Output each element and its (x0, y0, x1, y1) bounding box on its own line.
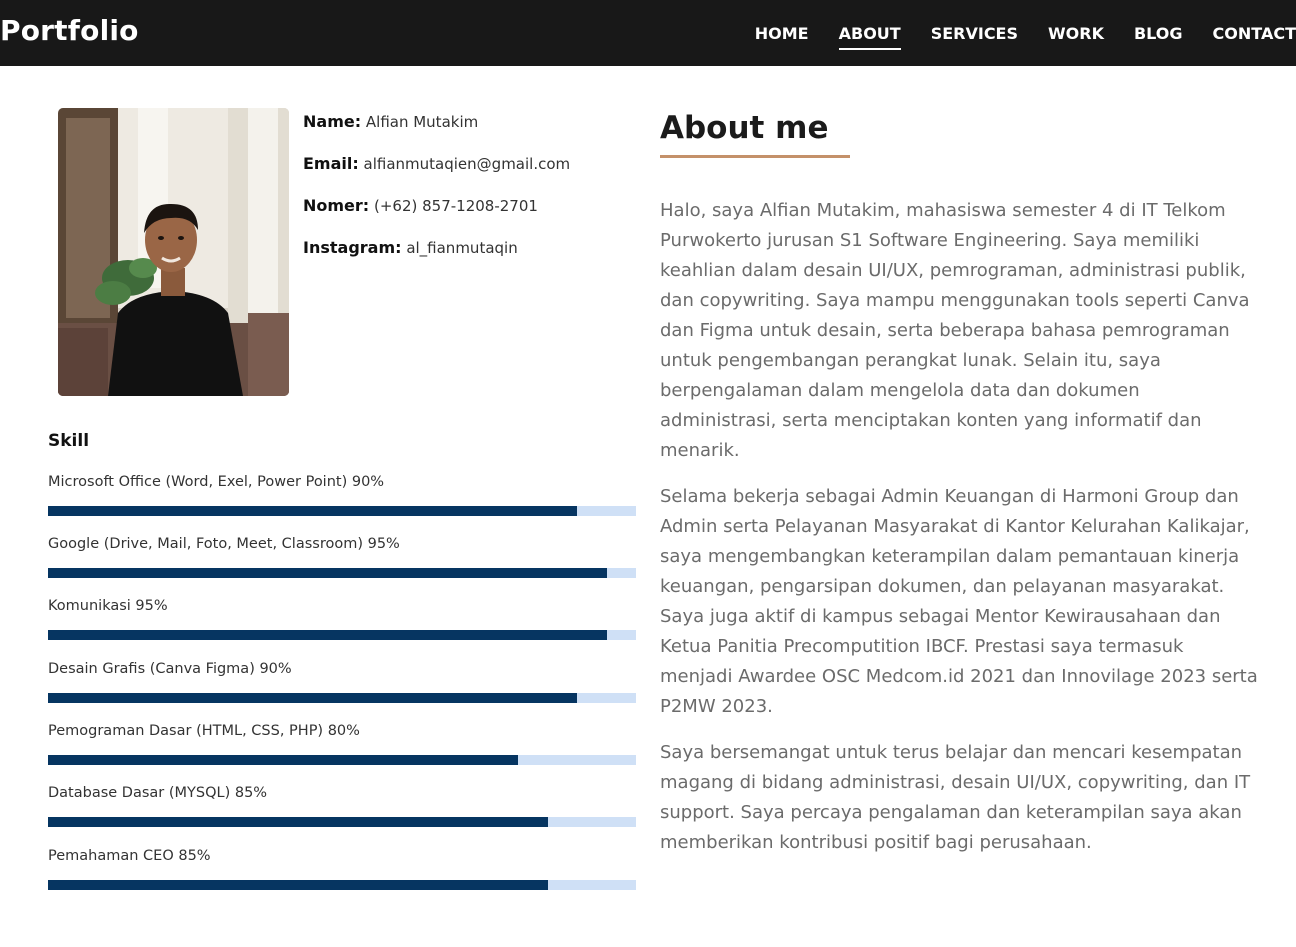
nav-link-about[interactable]: ABOUT (838, 24, 901, 50)
profile-photo (58, 108, 289, 396)
info-phone-value: (+62) 857-1208-2701 (373, 197, 538, 215)
skill-bar-track (48, 817, 636, 827)
about-paragraph: Saya bersemangat untuk terus belajar dan… (660, 742, 1251, 853)
nav-link-work[interactable]: WORK (1048, 24, 1104, 43)
skill-bar-track (48, 506, 636, 516)
info-email-label: Email: (303, 154, 359, 173)
skill-bar-fill (48, 880, 548, 890)
skill-bar-fill (48, 693, 578, 703)
skill-label: Desain Grafis (Canva Figma) 90% (48, 661, 292, 677)
skill-bar-track (48, 880, 636, 890)
skill-bar-fill (48, 506, 578, 516)
skill-bar-fill (48, 568, 607, 578)
about-title-underline (660, 155, 850, 158)
info-name: Name: Alfian Mutakim (303, 112, 570, 154)
skill-bar-fill (48, 817, 548, 827)
info-name-value: Alfian Mutakim (365, 113, 479, 131)
skill-item: Pemograman Dasar (HTML, CSS, PHP) 80% (48, 723, 636, 765)
skill-item: Microsoft Office (Word, Exel, Power Poin… (48, 474, 636, 516)
skill-label: Pemograman Dasar (HTML, CSS, PHP) 80% (48, 723, 360, 739)
about-paragraph: Halo, saya Alfian Mutakim, mahasiswa sem… (660, 200, 1250, 461)
skill-item: Pemahaman CEO 85% (48, 848, 636, 890)
about-title: About me (660, 110, 829, 146)
skill-label: Pemahaman CEO 85% (48, 848, 211, 864)
skill-title: Skill (48, 431, 90, 451)
navbar: Portfolio HOME ABOUT SERVICES WORK BLOG … (0, 0, 1296, 66)
skill-item: Desain Grafis (Canva Figma) 90% (48, 661, 636, 703)
nav-link-blog[interactable]: BLOG (1134, 24, 1183, 43)
nav-link-services[interactable]: SERVICES (931, 24, 1018, 43)
info-email: Email: alfianmutaqien@gmail.com (303, 154, 570, 196)
skill-bar-track (48, 568, 636, 578)
skill-bar-track (48, 630, 636, 640)
about-text: Halo, saya Alfian Mutakim, mahasiswa sem… (660, 196, 1260, 874)
nav-link-contact[interactable]: CONTACT (1213, 24, 1296, 43)
skill-item: Google (Drive, Mail, Foto, Meet, Classro… (48, 536, 636, 578)
nav-link-home[interactable]: HOME (755, 24, 809, 43)
info-email-value: alfianmutaqien@gmail.com (363, 155, 571, 173)
info-instagram-label: Instagram: (303, 238, 402, 257)
skill-bar-fill (48, 755, 519, 765)
skill-label: Microsoft Office (Word, Exel, Power Poin… (48, 474, 385, 490)
skill-label: Google (Drive, Mail, Foto, Meet, Classro… (48, 536, 400, 552)
skill-label: Komunikasi 95% (48, 598, 168, 614)
skill-item: Komunikasi 95% (48, 598, 636, 640)
about-paragraph: Selama bekerja sebagai Admin Keuangan di… (660, 486, 1258, 717)
skill-bar-track (48, 755, 636, 765)
info-name-label: Name: (303, 112, 362, 131)
brand-logo[interactable]: Portfolio (0, 14, 139, 47)
skill-label: Database Dasar (MYSQL) 85% (48, 785, 268, 801)
nav-links: HOME ABOUT SERVICES WORK BLOG CONTACT (755, 0, 1296, 66)
skill-bar-track (48, 693, 636, 703)
info-phone-label: Nomer: (303, 196, 370, 215)
info-instagram: Instagram: al_fianmutaqin (303, 238, 570, 280)
skill-bar-fill (48, 630, 607, 640)
info-phone: Nomer: (+62) 857-1208-2701 (303, 196, 570, 238)
profile-info: Name: Alfian Mutakim Email: alfianmutaqi… (303, 112, 570, 280)
info-instagram-value: al_fianmutaqin (406, 239, 518, 257)
skill-item: Database Dasar (MYSQL) 85% (48, 785, 636, 827)
